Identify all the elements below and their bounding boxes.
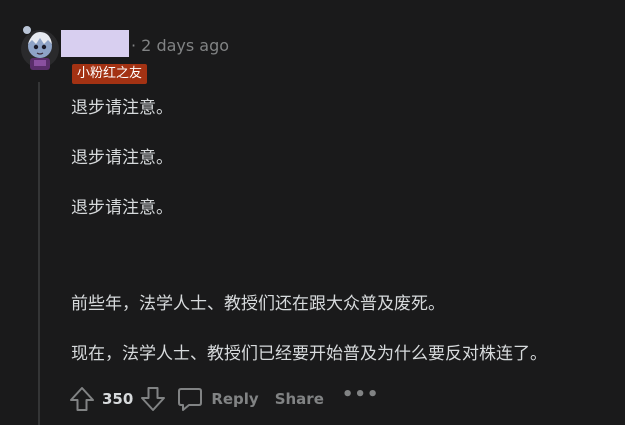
downvote-arrow-icon: [141, 387, 166, 411]
upvote-button[interactable]: [66, 383, 98, 415]
share-button[interactable]: Share: [275, 390, 324, 408]
more-options-button[interactable]: •••: [342, 386, 380, 404]
comment-paragraph: 现在，法学人士、教授们已经要开始普及为什么要反对株连了。: [71, 344, 547, 364]
vote-score: 350: [102, 390, 134, 408]
comment-actions: 350 Reply Share •••: [66, 383, 379, 415]
user-flair: 小粉红之友: [72, 64, 148, 84]
reply-button[interactable]: Reply: [177, 386, 259, 412]
comment-timestamp: · 2 days ago: [131, 36, 230, 55]
comment-paragraph: 退步请注意。: [71, 148, 173, 168]
thread-line[interactable]: [38, 82, 40, 425]
comment-paragraph: 退步请注意。: [71, 198, 173, 218]
online-indicator: [22, 25, 32, 35]
upvote-arrow-icon: [70, 387, 94, 411]
comment-paragraph: 前些年，法学人士、教授们还在跟大众普及废死。: [71, 294, 445, 314]
reply-label: Reply: [211, 390, 259, 408]
ellipsis-icon: •••: [341, 384, 380, 405]
username-redacted: [61, 30, 129, 57]
comment: · 2 days ago 小粉红之友 退步请注意。 退步请注意。 退步请注意。 …: [0, 0, 625, 425]
speech-bubble-icon: [178, 388, 203, 411]
comment-paragraph: 退步请注意。: [71, 98, 173, 118]
downvote-button[interactable]: [137, 383, 169, 415]
